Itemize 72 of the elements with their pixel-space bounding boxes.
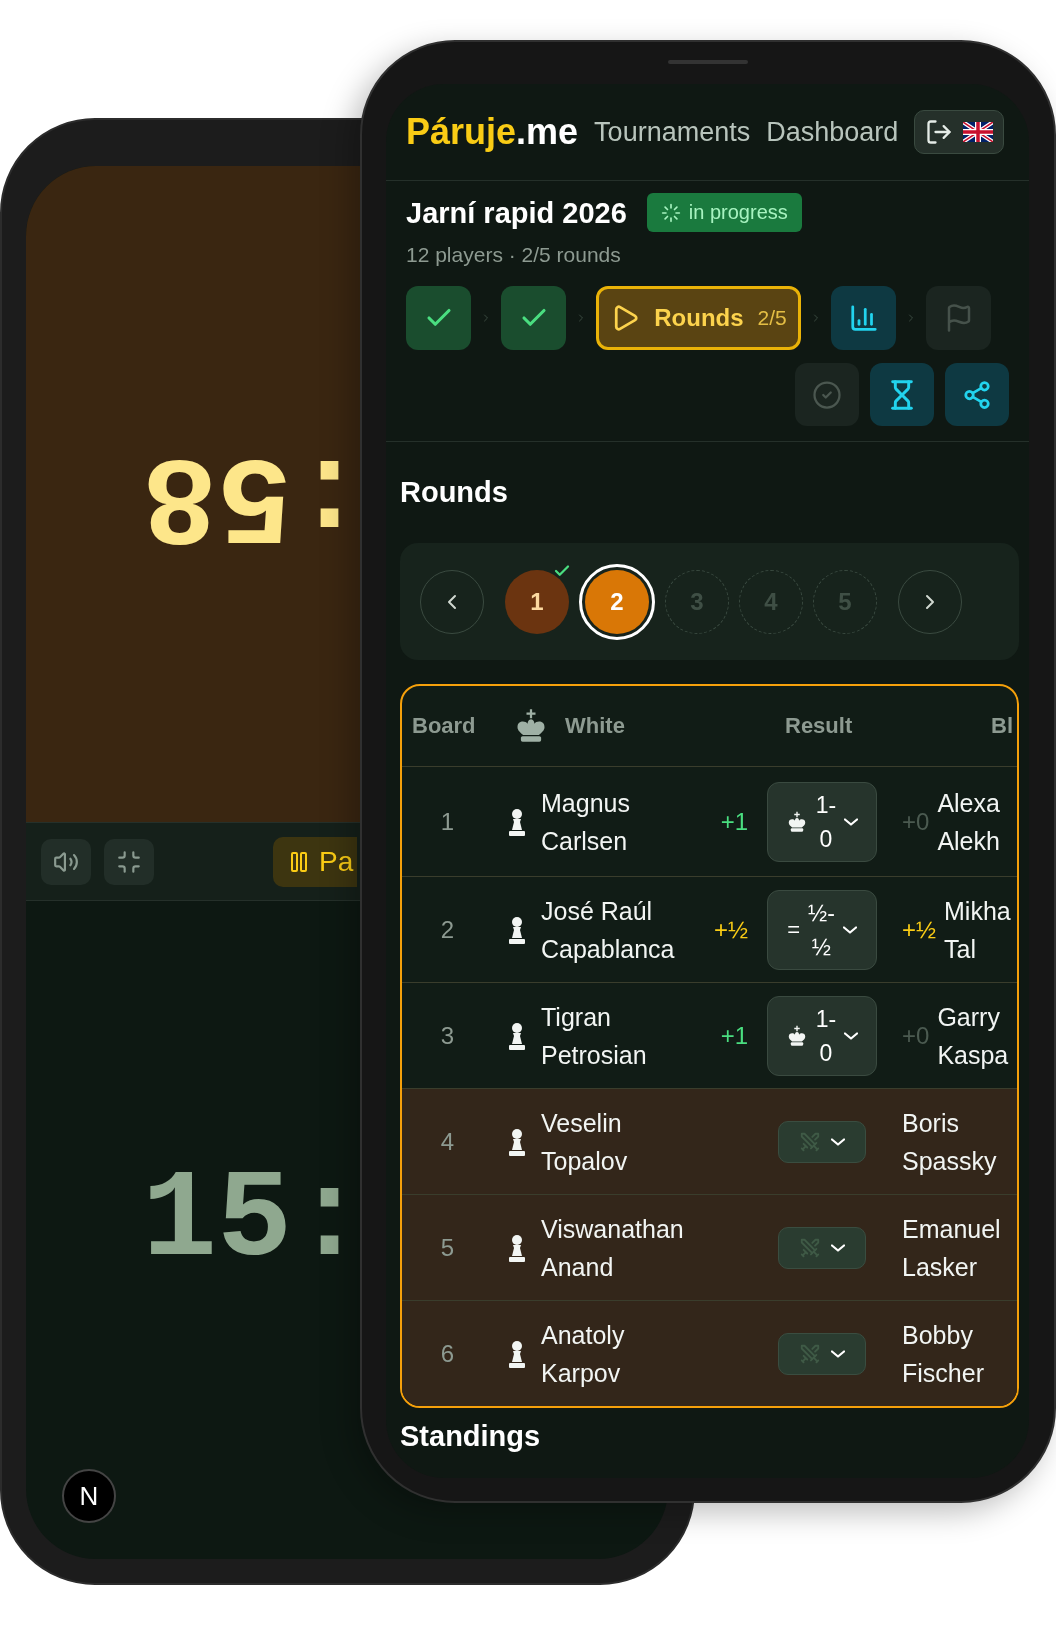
action-button[interactable]	[945, 363, 1009, 426]
pawn-icon	[507, 1233, 527, 1262]
chevron-down-icon	[831, 1243, 845, 1252]
chevron-down-icon	[831, 1349, 845, 1358]
player-name: Mikha Tal	[944, 895, 1011, 965]
clock-time: 15:	[142, 1151, 368, 1291]
player-name: José Raúl Capablanca	[541, 895, 676, 965]
player-name: Magnus Carlsen	[541, 787, 631, 857]
swords-icon	[799, 1342, 821, 1365]
board-number: 6	[440, 1339, 455, 1368]
board-number: 2	[440, 915, 455, 944]
score-change: +½	[902, 915, 937, 944]
step-button[interactable]: Rounds 2/5	[596, 286, 801, 350]
player-name: Veselin Topalov	[541, 1107, 629, 1177]
section-title: Rounds	[400, 475, 509, 510]
minimize-button[interactable]	[104, 838, 154, 885]
chevron-down-icon	[844, 1031, 859, 1040]
player-name: Alexa Alekh	[937, 787, 1000, 857]
player-name: Garry Kaspa	[937, 1001, 1009, 1071]
check-circle-icon	[812, 379, 842, 410]
pawn-icon	[507, 807, 527, 836]
chevron-down-icon	[844, 817, 859, 826]
board-number: 3	[440, 1021, 455, 1050]
pawn-icon	[507, 1127, 527, 1156]
player-name: Emanuel Lasker	[902, 1213, 1001, 1283]
spinner-icon	[660, 202, 681, 223]
bar-chart-icon	[848, 303, 879, 333]
swords-icon	[799, 1236, 821, 1259]
column-header: Result	[784, 713, 853, 739]
chevron-down-icon	[842, 925, 857, 934]
score-change: +0	[902, 1021, 930, 1050]
score-change: +½	[713, 915, 748, 944]
step-button[interactable]	[406, 286, 471, 350]
pawn-icon	[507, 915, 527, 944]
action-button[interactable]	[870, 363, 934, 426]
swords-icon	[799, 1130, 821, 1153]
account-button[interactable]	[914, 110, 1005, 154]
player-name: Viswanathan Anand	[541, 1213, 685, 1283]
board-number: 4	[440, 1127, 455, 1156]
logo[interactable]: Páruje.me	[406, 111, 579, 153]
share-icon	[962, 379, 992, 410]
board-number: 5	[440, 1233, 455, 1262]
score-change: +1	[720, 1021, 748, 1050]
tournament-meta: 12 players · 2/5 rounds	[406, 242, 622, 268]
player-name: Anatoly Karpov	[541, 1319, 626, 1389]
minimize-icon	[116, 848, 142, 875]
column-header: Board	[411, 713, 476, 739]
sound-button[interactable]	[41, 838, 91, 885]
step-button[interactable]	[501, 286, 566, 350]
chevron-down-icon	[831, 1137, 845, 1146]
result-dropdown[interactable]: 1-0	[767, 781, 877, 862]
score-change: +0	[902, 807, 930, 836]
pawn-icon	[507, 1021, 527, 1050]
dev-badge[interactable]: N	[62, 1469, 116, 1523]
player-name: Boris Spassky	[902, 1107, 997, 1177]
nav-link[interactable]: Tournaments	[594, 116, 751, 148]
pawn-icon	[507, 1339, 527, 1368]
clock-time: :58	[142, 424, 368, 564]
player-name: Tigran Petrosian	[541, 1001, 648, 1071]
tournament-title: Jarní rapid 2026	[406, 195, 627, 231]
status-badge: in progress	[646, 193, 802, 232]
player-name: Bobby Fischer	[902, 1319, 984, 1389]
score-change: +1	[720, 807, 748, 836]
step-button[interactable]	[831, 286, 896, 350]
board-number: 1	[440, 807, 455, 836]
column-header: Bl	[990, 713, 1014, 739]
flag-icon	[963, 122, 994, 142]
result-dropdown[interactable]: 1-0	[767, 995, 877, 1076]
nav-link[interactable]: Dashboard	[766, 116, 899, 148]
section-title: Standings	[400, 1419, 542, 1454]
column-header: White	[565, 713, 625, 739]
pause-button[interactable]: Pa	[273, 836, 358, 887]
